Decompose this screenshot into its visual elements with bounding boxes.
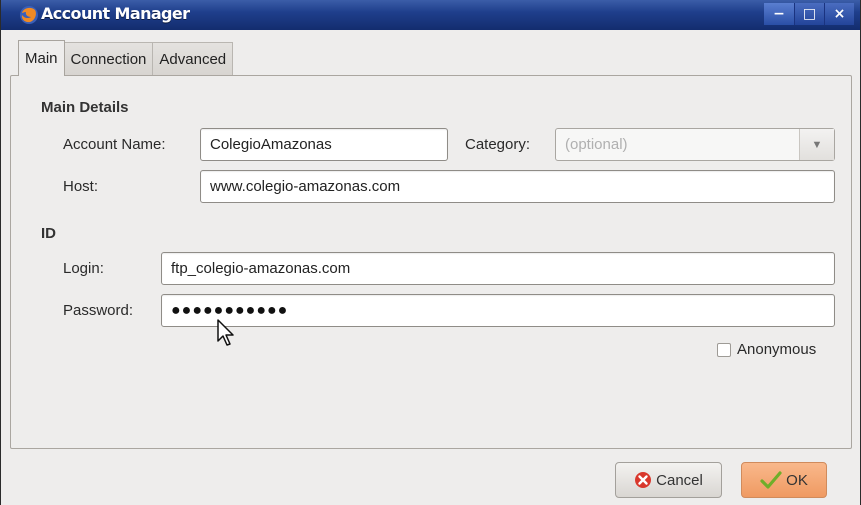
login-input[interactable]: ftp_colegio-amazonas.com	[161, 252, 835, 285]
password-input[interactable]: ●●●●●●●●●●●	[161, 294, 835, 327]
close-button[interactable]: ×	[824, 3, 854, 25]
anonymous-checkbox[interactable]	[717, 342, 731, 357]
account-name-input[interactable]: ColegioAmazonas	[200, 128, 448, 161]
minimize-button[interactable]: −	[764, 3, 794, 25]
maximize-button[interactable]: □	[794, 3, 824, 25]
firefox-icon	[19, 5, 39, 25]
tab-bar: Main Connection Advanced	[18, 40, 234, 76]
title-bar[interactable]: Account Manager − □ ×	[1, 0, 860, 30]
tab-connection[interactable]: Connection	[63, 42, 154, 76]
ok-button[interactable]: OK	[741, 462, 827, 498]
login-label: Login:	[63, 260, 104, 277]
mouse-pointer-icon	[217, 319, 234, 346]
category-placeholder: (optional)	[565, 136, 628, 153]
chevron-down-icon[interactable]: ▼	[799, 129, 834, 160]
id-heading: ID	[41, 225, 56, 242]
cancel-button[interactable]: Cancel	[615, 462, 722, 498]
account-name-label: Account Name:	[63, 136, 166, 153]
host-input[interactable]: www.colegio-amazonas.com	[200, 170, 835, 203]
host-label: Host:	[63, 178, 99, 195]
checkmark-icon	[760, 470, 782, 490]
main-details-heading: Main Details	[41, 99, 129, 116]
category-label: Category:	[465, 136, 531, 153]
ok-button-label: OK	[786, 471, 808, 489]
category-combobox[interactable]: (optional) ▼	[555, 128, 835, 161]
anonymous-label: Anonymous	[737, 341, 817, 358]
password-label: Password:	[63, 302, 134, 319]
window-controls: − □ ×	[764, 3, 854, 25]
window-title: Account Manager	[41, 4, 190, 23]
account-manager-window: Account Manager − □ × Main Connection Ad…	[0, 0, 861, 505]
anonymous-checkbox-row[interactable]: Anonymous	[717, 341, 816, 358]
password-mask: ●●●●●●●●●●●	[171, 301, 289, 319]
cancel-icon	[634, 471, 652, 489]
tab-main[interactable]: Main	[18, 40, 65, 76]
tab-advanced[interactable]: Advanced	[152, 42, 234, 76]
cancel-button-label: Cancel	[656, 471, 703, 489]
